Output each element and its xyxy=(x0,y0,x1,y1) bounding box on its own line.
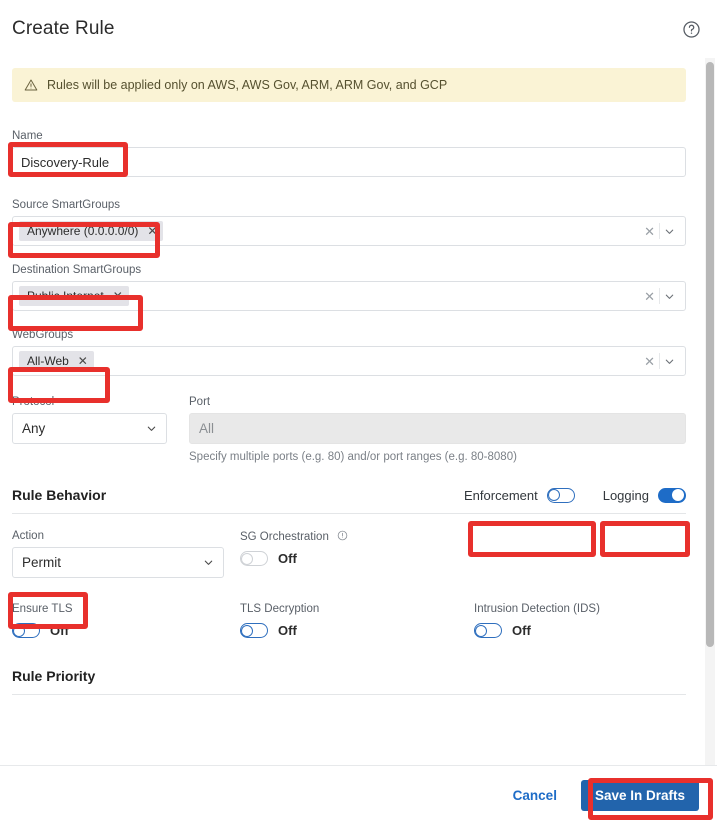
ensure-tls-state: Off xyxy=(50,623,69,638)
chip-label: Anywhere (0.0.0.0/0) xyxy=(27,224,139,238)
clear-icon[interactable]: ✕ xyxy=(644,225,655,238)
dialog-header: Create Rule xyxy=(0,0,717,58)
cancel-button[interactable]: Cancel xyxy=(507,787,563,804)
toggle-knob xyxy=(475,624,487,637)
sg-orchestration-label: SG Orchestration xyxy=(240,530,474,543)
enforcement-toggle-group[interactable]: Enforcement xyxy=(464,487,575,503)
port-placeholder: All xyxy=(199,421,215,436)
ensure-tls-toggle-row[interactable]: Off xyxy=(12,623,240,638)
save-in-drafts-button[interactable]: Save In Drafts xyxy=(580,779,699,811)
sg-orchestration-toggle-row[interactable]: Off xyxy=(240,551,474,566)
action-label: Action xyxy=(12,530,44,542)
help-circle-icon[interactable] xyxy=(681,19,701,39)
logging-toggle[interactable] xyxy=(658,487,686,503)
vertical-scrollbar[interactable] xyxy=(705,58,715,765)
toggle-knob xyxy=(13,624,25,637)
source-smartgroups-label: Source SmartGroups xyxy=(12,199,121,211)
field-webgroups: WebGroups All-Web ✕ ✕ xyxy=(12,329,688,376)
name-input[interactable]: Discovery-Rule xyxy=(12,147,686,177)
chip-label: All-Web xyxy=(27,354,69,368)
warning-banner: Rules will be applied only on AWS, AWS G… xyxy=(12,68,686,102)
action-value: Permit xyxy=(22,555,62,570)
webgroups-select[interactable]: All-Web ✕ ✕ xyxy=(12,346,686,376)
toggle-knob xyxy=(547,489,560,501)
field-name: Name Discovery-Rule xyxy=(12,130,688,177)
port-input[interactable]: All xyxy=(189,413,686,444)
field-destination-smartgroups: Destination SmartGroups Public Internet … xyxy=(12,264,688,311)
enforcement-label: Enforcement xyxy=(464,487,538,503)
destination-smartgroups-label: Destination SmartGroups xyxy=(12,264,142,276)
tls-decryption-toggle[interactable] xyxy=(240,623,268,638)
chevron-down-icon[interactable] xyxy=(664,226,675,237)
chip-remove-icon[interactable]: ✕ xyxy=(147,225,157,237)
tls-decryption-toggle-row[interactable]: Off xyxy=(240,623,474,638)
chevron-down-icon[interactable] xyxy=(203,557,214,568)
sg-orchestration-state: Off xyxy=(278,551,297,566)
toggle-knob xyxy=(241,624,253,637)
chevron-down-icon[interactable] xyxy=(664,356,675,367)
clear-icon[interactable]: ✕ xyxy=(644,290,655,303)
scrollbar-thumb[interactable] xyxy=(706,62,714,647)
rule-priority-title: Rule Priority xyxy=(12,668,96,684)
rule-behavior-title: Rule Behavior xyxy=(12,487,107,503)
section-divider xyxy=(12,513,686,514)
dialog-scroll-area: Rules will be applied only on AWS, AWS G… xyxy=(0,58,717,765)
intrusion-detection-state: Off xyxy=(512,623,531,638)
tls-decryption-state: Off xyxy=(278,623,297,638)
name-input-value: Discovery-Rule xyxy=(21,154,110,170)
toggle-knob xyxy=(241,552,253,565)
enforcement-toggle[interactable] xyxy=(546,487,575,503)
logging-label: Logging xyxy=(602,487,649,503)
ensure-tls-label: Ensure TLS xyxy=(12,603,73,615)
action-select[interactable]: Permit xyxy=(12,547,224,578)
toggle-knob xyxy=(672,489,684,501)
intrusion-detection-label: Intrusion Detection (IDS) xyxy=(474,603,600,615)
chip-label: Public Internet xyxy=(27,289,104,303)
port-hint: Specify multiple ports (e.g. 80) and/or … xyxy=(189,451,517,463)
protocol-select[interactable]: Any xyxy=(12,413,167,444)
chip-source-smartgroup[interactable]: Anywhere (0.0.0.0/0) ✕ xyxy=(19,221,164,241)
tls-ids-row: Ensure TLS Off TLS Decryption Off Intrus… xyxy=(12,603,686,638)
chip-destination-smartgroup[interactable]: Public Internet ✕ xyxy=(19,286,129,306)
chip-remove-icon[interactable]: ✕ xyxy=(113,290,123,302)
tls-decryption-label: TLS Decryption xyxy=(240,603,320,615)
page-title: Create Rule xyxy=(12,18,115,39)
section-divider xyxy=(12,694,686,695)
sg-orchestration-toggle[interactable] xyxy=(240,551,268,566)
info-circle-icon[interactable] xyxy=(337,530,348,541)
chip-remove-icon[interactable]: ✕ xyxy=(78,355,88,367)
rule-behavior-toggles: Enforcement Logging xyxy=(464,487,686,503)
warning-triangle-icon xyxy=(24,78,38,92)
protocol-value: Any xyxy=(22,421,46,436)
create-rule-dialog: Create Rule Rules will be applied only o… xyxy=(0,0,717,824)
select-divider xyxy=(659,223,660,239)
intrusion-detection-toggle[interactable] xyxy=(474,623,502,638)
protocol-port-row: Protocol Any Port All Specify multiple p… xyxy=(12,396,688,463)
field-source-smartgroups: Source SmartGroups Anywhere (0.0.0.0/0) … xyxy=(12,199,688,246)
source-smartgroups-select[interactable]: Anywhere (0.0.0.0/0) ✕ ✕ xyxy=(12,216,686,246)
dialog-footer: Cancel Save In Drafts xyxy=(0,765,717,824)
select-divider xyxy=(659,288,660,304)
webgroups-label: WebGroups xyxy=(12,329,74,341)
warning-banner-text: Rules will be applied only on AWS, AWS G… xyxy=(47,78,448,92)
destination-smartgroups-select[interactable]: Public Internet ✕ ✕ xyxy=(12,281,686,311)
chevron-down-icon[interactable] xyxy=(664,291,675,302)
port-label: Port xyxy=(189,396,211,408)
name-label: Name xyxy=(12,130,43,142)
clear-icon[interactable]: ✕ xyxy=(644,355,655,368)
chip-webgroup[interactable]: All-Web ✕ xyxy=(19,351,94,371)
rule-behavior-header: Rule Behavior Enforcement Logging xyxy=(12,487,686,503)
sg-orchestration-label-text: SG Orchestration xyxy=(240,531,329,543)
logging-toggle-group[interactable]: Logging xyxy=(602,487,686,503)
action-orchestration-row: Action Permit SG Orchestration Off xyxy=(12,530,686,578)
intrusion-detection-toggle-row[interactable]: Off xyxy=(474,623,686,638)
select-divider xyxy=(659,353,660,369)
protocol-label: Protocol xyxy=(12,396,55,408)
ensure-tls-toggle[interactable] xyxy=(12,623,40,638)
chevron-down-icon[interactable] xyxy=(146,423,157,434)
